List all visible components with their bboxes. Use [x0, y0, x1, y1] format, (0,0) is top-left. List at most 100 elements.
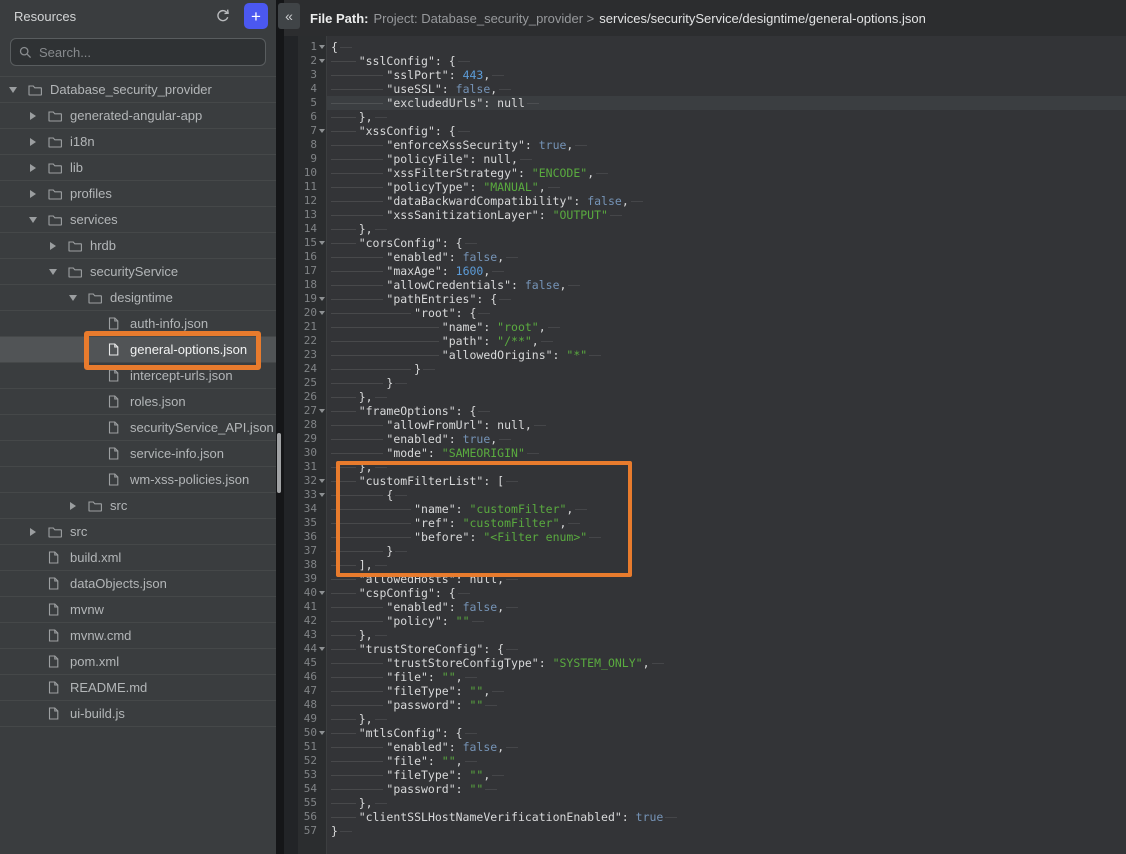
tree-item-build-xml[interactable]: build.xml	[0, 545, 276, 571]
code-line[interactable]: "root": {	[327, 306, 1126, 320]
expand-arrow-icon[interactable]	[28, 528, 48, 536]
tree-item-readme-md[interactable]: README.md	[0, 675, 276, 701]
code-line[interactable]: "dataBackwardCompatibility": false,	[327, 194, 1126, 208]
fold-arrow-icon[interactable]	[319, 731, 325, 735]
code-line[interactable]: "xssConfig": {	[327, 124, 1126, 138]
code-line[interactable]: "clientSSLHostNameVerificationEnabled": …	[327, 810, 1126, 824]
code-line[interactable]: },	[327, 460, 1126, 474]
tree-item-src[interactable]: src	[0, 519, 276, 545]
code-line[interactable]: "useSSL": false,	[327, 82, 1126, 96]
collapse-arrow-icon[interactable]	[28, 217, 48, 223]
tree-item-i18n[interactable]: i18n	[0, 129, 276, 155]
tree-item-profiles[interactable]: profiles	[0, 181, 276, 207]
code-line[interactable]: }	[327, 544, 1126, 558]
tree-item-services[interactable]: services	[0, 207, 276, 233]
search-input[interactable]	[39, 45, 257, 60]
code-line[interactable]: "pathEntries": {	[327, 292, 1126, 306]
code-line[interactable]: "enabled": true,	[327, 432, 1126, 446]
collapse-arrow-icon[interactable]	[68, 295, 88, 301]
code-line[interactable]: "policyFile": null,	[327, 152, 1126, 166]
code-line[interactable]: "name": "root",	[327, 320, 1126, 334]
collapse-arrow-icon[interactable]	[8, 87, 28, 93]
tree-item-service-info-json[interactable]: service-info.json	[0, 441, 276, 467]
code-line[interactable]: "allowFromUrl": null,	[327, 418, 1126, 432]
tree-item-generated-angular-app[interactable]: generated-angular-app	[0, 103, 276, 129]
fold-arrow-icon[interactable]	[319, 129, 325, 133]
tree-item-ui-build-js[interactable]: ui-build.js	[0, 701, 276, 727]
code-line[interactable]: "policy": ""	[327, 614, 1126, 628]
expand-arrow-icon[interactable]	[28, 190, 48, 198]
code-line[interactable]: }	[327, 824, 1126, 838]
fold-arrow-icon[interactable]	[319, 479, 325, 483]
tree-item-general-options-json[interactable]: general-options.json	[0, 337, 276, 363]
code-line[interactable]: "before": "<Filter enum>"	[327, 530, 1126, 544]
code-line[interactable]: "fileType": "",	[327, 768, 1126, 782]
expand-arrow-icon[interactable]	[28, 138, 48, 146]
tree-item-designtime[interactable]: designtime	[0, 285, 276, 311]
code-line[interactable]: {	[327, 40, 1126, 54]
expand-arrow-icon[interactable]	[28, 164, 48, 172]
expand-arrow-icon[interactable]	[68, 502, 88, 510]
code-line[interactable]: "trustStoreConfig": {	[327, 642, 1126, 656]
code-line[interactable]: },	[327, 712, 1126, 726]
fold-arrow-icon[interactable]	[319, 241, 325, 245]
code-line[interactable]: },	[327, 628, 1126, 642]
collapse-arrow-icon[interactable]	[48, 269, 68, 275]
code-line[interactable]: "corsConfig": {	[327, 236, 1126, 250]
search-box[interactable]	[10, 38, 266, 66]
tree-item-roles-json[interactable]: roles.json	[0, 389, 276, 415]
expand-arrow-icon[interactable]	[48, 242, 68, 250]
tree-item-securityservice-api-json[interactable]: securityService_API.json	[0, 415, 276, 441]
add-button[interactable]: +	[244, 3, 268, 29]
tree-item-mvnw-cmd[interactable]: mvnw.cmd	[0, 623, 276, 649]
code-line[interactable]: "enforceXssSecurity": true,	[327, 138, 1126, 152]
fold-arrow-icon[interactable]	[319, 493, 325, 497]
tree-item-lib[interactable]: lib	[0, 155, 276, 181]
code-line[interactable]: "allowedHosts": null,	[327, 572, 1126, 586]
tree-item-auth-info-json[interactable]: auth-info.json	[0, 311, 276, 337]
code-line[interactable]: "trustStoreConfigType": "SYSTEM_ONLY",	[327, 656, 1126, 670]
fold-arrow-icon[interactable]	[319, 647, 325, 651]
code-line[interactable]: "enabled": false,	[327, 740, 1126, 754]
tree-item-database-security-provider[interactable]: Database_security_provider	[0, 77, 276, 103]
fold-arrow-icon[interactable]	[319, 297, 325, 301]
tree-item-hrdb[interactable]: hrdb	[0, 233, 276, 259]
code-line[interactable]: "mode": "SAMEORIGIN"	[327, 446, 1126, 460]
sidebar-scrollbar-thumb[interactable]	[277, 433, 281, 493]
code-line[interactable]: "customFilterList": [	[327, 474, 1126, 488]
code-line[interactable]: }	[327, 376, 1126, 390]
code-line[interactable]: "file": "",	[327, 754, 1126, 768]
code-line[interactable]: {	[327, 488, 1126, 502]
code-line[interactable]: "policyType": "MANUAL",	[327, 180, 1126, 194]
code-line[interactable]: "enabled": false,	[327, 250, 1126, 264]
code-line[interactable]: "frameOptions": {	[327, 404, 1126, 418]
fold-arrow-icon[interactable]	[319, 59, 325, 63]
code-line[interactable]: "cspConfig": {	[327, 586, 1126, 600]
fold-arrow-icon[interactable]	[319, 591, 325, 595]
tree-item-src[interactable]: src	[0, 493, 276, 519]
collapse-sidebar-button[interactable]: «	[278, 3, 300, 29]
tree-item-securityservice[interactable]: securityService	[0, 259, 276, 285]
code-line[interactable]: }	[327, 362, 1126, 376]
tree-item-dataobjects-json[interactable]: dataObjects.json	[0, 571, 276, 597]
code-line[interactable]: "maxAge": 1600,	[327, 264, 1126, 278]
code-line[interactable]: "file": "",	[327, 670, 1126, 684]
code-line[interactable]: },	[327, 110, 1126, 124]
fold-arrow-icon[interactable]	[319, 45, 325, 49]
code-line[interactable]: "fileType": "",	[327, 684, 1126, 698]
code-line[interactable]: },	[327, 222, 1126, 236]
code-line[interactable]: "allowCredentials": false,	[327, 278, 1126, 292]
code-line[interactable]: "xssSanitizationLayer": "OUTPUT"	[327, 208, 1126, 222]
code-area[interactable]: { "sslConfig": { "sslPort": 443, "useSSL…	[327, 36, 1126, 854]
code-line[interactable]: "sslConfig": {	[327, 54, 1126, 68]
code-line[interactable]: "password": ""	[327, 782, 1126, 796]
fold-arrow-icon[interactable]	[319, 409, 325, 413]
code-line[interactable]: "excludedUrls": null	[327, 96, 1126, 110]
code-line[interactable]: "name": "customFilter",	[327, 502, 1126, 516]
code-line[interactable]: "sslPort": 443,	[327, 68, 1126, 82]
code-line[interactable]: "allowedOrigins": "*"	[327, 348, 1126, 362]
code-line[interactable]: "mtlsConfig": {	[327, 726, 1126, 740]
code-line[interactable]: "password": ""	[327, 698, 1126, 712]
expand-arrow-icon[interactable]	[28, 112, 48, 120]
tree-item-pom-xml[interactable]: pom.xml	[0, 649, 276, 675]
